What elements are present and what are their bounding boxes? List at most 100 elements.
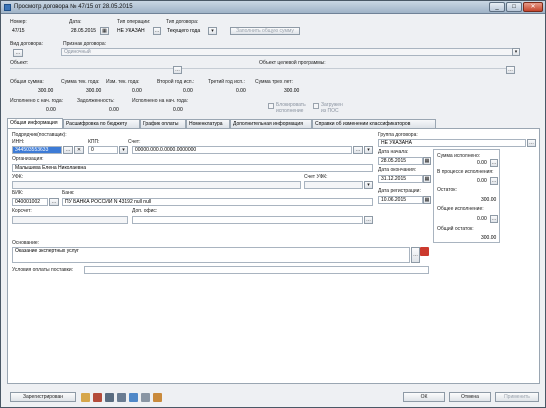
reg-calendar-icon[interactable]: ▦ [423,196,431,204]
ok-button[interactable]: ОК [403,392,445,402]
account-label: Счет: [128,139,141,145]
bik-select-button[interactable]: … [49,198,59,206]
number-label: Номер: [10,19,27,25]
group-input[interactable]: НЕ УКАЗАНА [378,139,526,147]
export-icon[interactable] [129,393,138,402]
loaded-checkbox[interactable] [313,103,319,109]
registered-button[interactable]: Зарегистрирован [10,392,76,402]
in-process-value: 0.00 [477,178,487,184]
tab-general[interactable]: Общая информация [7,118,63,128]
date-label: Дата: [69,19,82,25]
minimize-button[interactable]: _ [489,2,505,12]
history-icon[interactable] [117,393,126,402]
bik-label: БИК: [12,190,24,196]
start-date-label: Дата начала: [378,149,409,155]
start-calendar-icon[interactable]: ▦ [423,157,431,165]
ufk-account-label: Счет УФК: [304,174,328,180]
op-type-value: НЕ УКАЗАН [117,28,145,34]
corr-input[interactable] [12,216,128,224]
sum-exec-details-button[interactable]: … [490,159,498,167]
contract-window: Просмотр договора № 47/15 от 28.05.2015 … [0,0,546,408]
apply-button[interactable]: Применить [495,392,539,402]
exec-from-start-value: 0.00 [46,107,56,113]
exec-from-start-label: Исполнено с нач. года: [10,98,64,104]
org-input[interactable]: Малышева Елена Николаевна [12,164,373,172]
account-select-button[interactable]: … [353,146,363,154]
basis-select-button[interactable]: … [411,247,420,263]
contract-type-dropdown[interactable]: ▾ [208,27,217,35]
cur-year-label: Сумма тек. года: [61,79,100,85]
cancel-button[interactable]: Отмена [449,392,491,402]
cur-year-value: 300.00 [86,88,102,94]
total-rest-value: 300.00 [481,235,497,241]
object-select-button[interactable]: … [173,66,182,74]
delivery-label: Условия оплаты поставки: [12,267,74,273]
print-preview-icon[interactable] [153,393,162,402]
tab-additional-info[interactable]: Дополнительная информация [230,119,312,128]
contract-kind-button[interactable]: ... [13,49,23,57]
window-title: Просмотр договора № 47/15 от 28.05.2015 [14,4,133,10]
three-years-value: 300.00 [284,88,300,94]
office-input[interactable] [132,216,363,224]
ufk-account-input[interactable] [304,181,363,189]
basis-label: Основание: [12,240,40,246]
general-tab-panel: Подрядчик(поставщик): ИНН: 344503553633 … [7,128,540,384]
bank-input[interactable]: ПУ БАНКА РОССИИ N 43192 null null [62,198,373,206]
close-button[interactable]: ✕ [523,2,543,12]
document-delete-icon[interactable] [420,247,429,256]
inn-label: ИНН: [12,139,25,145]
in-process-label: В процессе исполнения: [437,169,494,175]
search-icon[interactable] [141,393,150,402]
bank-label: Банк: [62,190,75,196]
start-date-input[interactable]: 28.05.2015 [378,157,423,165]
inn-input[interactable]: 344503553633 [12,146,62,154]
account-input[interactable]: 00000.000.0.0000.0000000 [132,146,352,154]
reg-date-input[interactable]: 10.06.2015 [378,196,423,204]
total-rest-label: Общий остаток: [437,226,474,232]
maximize-button[interactable]: □ [506,2,522,12]
inn-select-button[interactable]: … [63,146,73,154]
tab-classifier-changes[interactable]: Справки об изменении классификаторов [312,119,436,128]
third-year-label: Третий год исп.: [208,79,245,85]
group-select-button[interactable]: … [527,139,536,147]
inn-clear-button[interactable]: ✕ [74,146,84,154]
blocked-checkbox[interactable] [268,103,274,109]
print-icon[interactable] [93,393,102,402]
end-calendar-icon[interactable]: ▦ [423,175,431,183]
kpp-input[interactable]: 0 [88,146,118,154]
fill-amount-button[interactable]: Заполнить общую сумму [230,27,300,35]
sign-dropdown[interactable]: ▾ [512,48,520,56]
op-type-select-button[interactable]: … [153,27,161,35]
office-select-button[interactable]: … [364,216,373,224]
title-bar: Просмотр договора № 47/15 от 28.05.2015 … [1,1,545,14]
target-object-select-button[interactable]: … [506,66,515,74]
ufk-input[interactable] [12,181,301,189]
group-label: Группа договора: [378,132,418,138]
kpp-label: КПП: [88,139,100,145]
attach-icon[interactable] [81,393,90,402]
ufk-label: УФК: [12,174,24,180]
copy-icon[interactable] [105,393,114,402]
reg-date-label: Дата регистрации: [378,188,421,194]
debt-label: Задолженность: [77,98,115,104]
account-dropdown[interactable]: ▾ [364,146,373,154]
tab-nomenclature[interactable]: Номенклатура [186,119,230,128]
delivery-input[interactable] [84,266,429,274]
op-type-label: Тип операции: [117,19,151,25]
total-exec-details-button[interactable]: … [490,215,498,223]
chg-cur-year-label: Изм. тек. года: [106,79,140,85]
sum-exec-label: Сумма исполнено: [437,153,481,159]
kpp-dropdown[interactable]: ▾ [119,146,128,154]
in-process-details-button[interactable]: … [490,177,498,185]
ufk-account-dropdown[interactable]: ▾ [364,181,373,189]
basis-input[interactable]: Оказание экспертных услуг [12,247,410,263]
end-date-input[interactable]: 31.12.2015 [378,175,423,183]
bik-input[interactable]: 040001002 [12,198,48,206]
second-year-label: Второй год исп.: [157,79,195,85]
rest-label: Остаток: [437,187,457,193]
calendar-icon[interactable]: ▦ [100,27,109,35]
tab-budget[interactable]: Расшифровка по бюджету [63,119,140,128]
contractor-label: Подрядчик(поставщик): [12,132,67,138]
tab-payment-schedule[interactable]: График оплаты [140,119,186,128]
sign-field[interactable]: Одиночный [61,48,517,56]
